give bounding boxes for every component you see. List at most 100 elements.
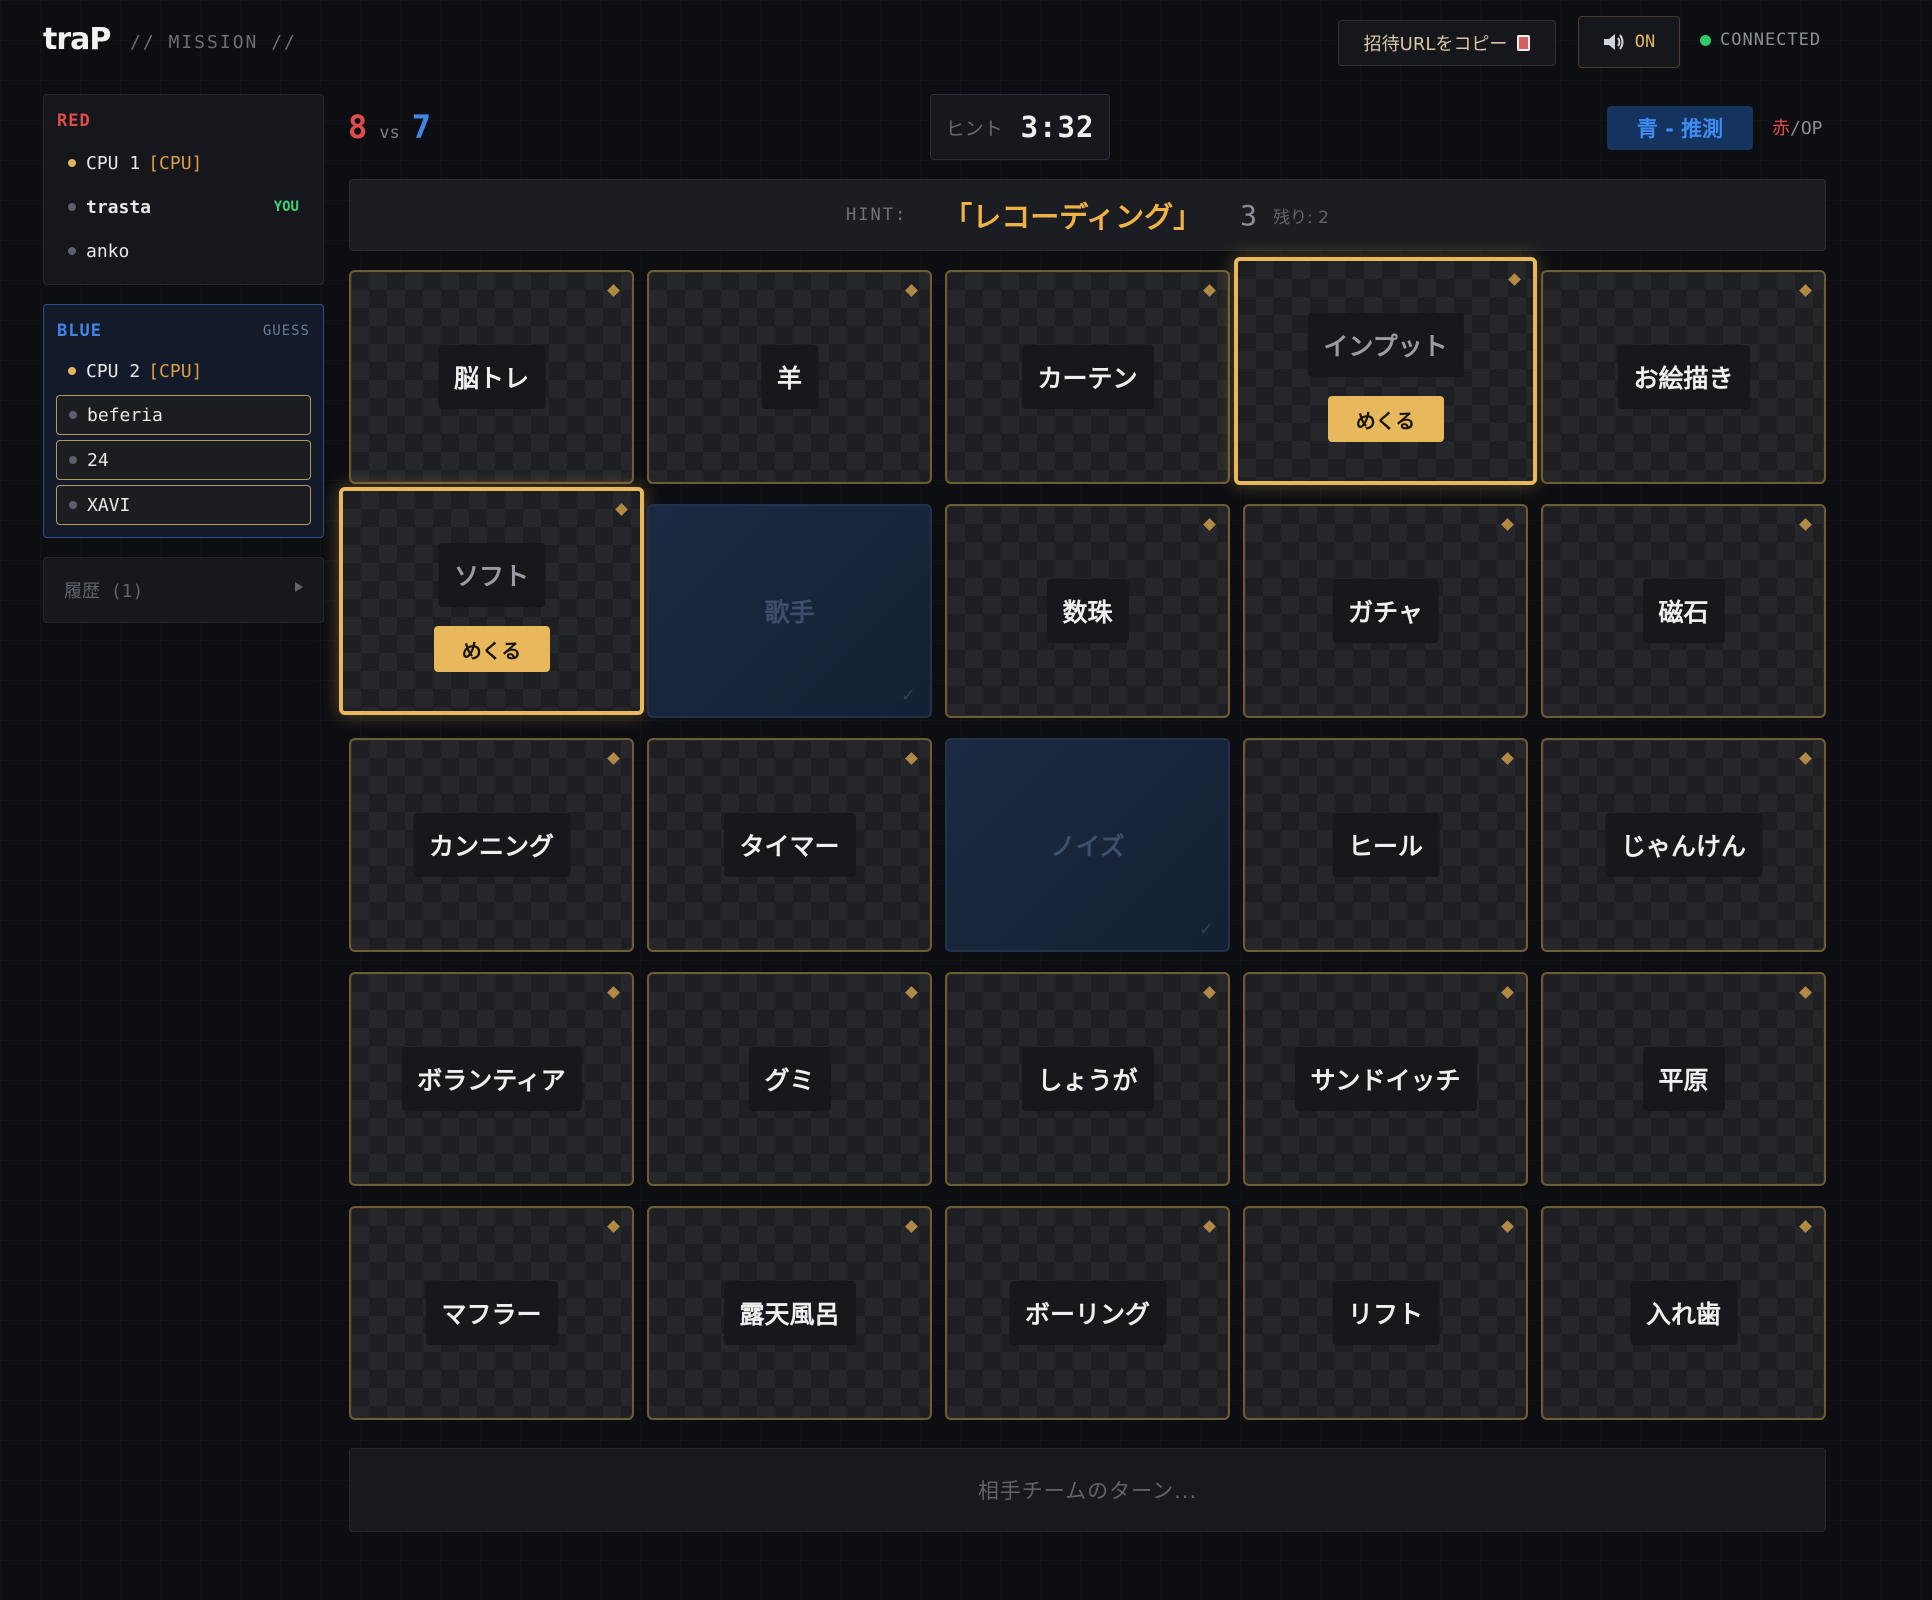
diamond-icon (905, 752, 918, 765)
player-status-dot (69, 456, 77, 464)
you-badge: YOU (273, 199, 299, 215)
player-name: anko (86, 240, 130, 262)
card[interactable]: カンニング (349, 738, 634, 952)
card[interactable]: 羊 (647, 270, 932, 484)
player-name: XAVI (87, 494, 131, 516)
player-status-dot (69, 411, 77, 419)
history-toggle[interactable]: 履歴 (1) (43, 557, 324, 623)
card[interactable]: ボランティア (349, 972, 634, 1186)
card-grid: 脳トレ 羊 カーテン インプット めくる お絵描き ソフト めくる 歌手 ✓ 数… (339, 257, 1826, 1420)
hint-count: 3 (1240, 198, 1258, 232)
card-word: ボーリング (1008, 1281, 1167, 1345)
player-name: trasta (86, 196, 152, 218)
card[interactable]: 露天風呂 (647, 1206, 932, 1420)
timer-label: ヒント (945, 117, 1003, 140)
card-word: ヒール (1331, 813, 1440, 877)
sound-toggle-button[interactable]: ON (1578, 16, 1680, 68)
diamond-icon (607, 1220, 620, 1233)
connection-indicator: CONNECTED (1700, 30, 1821, 50)
player-trasta: trasta YOU (56, 187, 311, 227)
card-word: 数珠 (1046, 579, 1129, 643)
player-cpu1: CPU 1 [CPU] (56, 143, 311, 183)
player-name: CPU 1 (86, 152, 141, 174)
card-word: 平原 (1642, 1047, 1725, 1111)
diamond-icon (1203, 284, 1216, 297)
player-status-dot (68, 159, 76, 167)
diamond-icon (1203, 518, 1216, 531)
card[interactable]: リフト (1243, 1206, 1528, 1420)
blue-team-status: GUESS (262, 323, 310, 339)
card[interactable]: マフラー (349, 1206, 634, 1420)
card-revealed: ノイズ ✓ (945, 738, 1230, 952)
diamond-icon (905, 1220, 918, 1233)
diamond-icon (1508, 273, 1521, 286)
card[interactable]: じゃんけん (1541, 738, 1826, 952)
card[interactable]: 脳トレ (349, 270, 634, 484)
card[interactable]: 磁石 (1541, 504, 1826, 718)
card-word: タイマー (723, 813, 856, 877)
sound-label: ON (1634, 32, 1656, 52)
player-status-dot (69, 501, 77, 509)
card[interactable]: サンドイッチ (1243, 972, 1528, 1186)
cpu-tag: [CPU] (148, 152, 203, 174)
turn-timer: ヒント 3:32 (930, 94, 1110, 160)
diamond-icon (905, 986, 918, 999)
card[interactable]: ヒール (1243, 738, 1528, 952)
card[interactable]: 平原 (1541, 972, 1826, 1186)
hint-bar: HINT: 「レコーディング」 3 残り: 2 (349, 179, 1826, 251)
card[interactable]: お絵描き (1541, 270, 1826, 484)
diamond-icon (607, 284, 620, 297)
diamond-icon (1203, 986, 1216, 999)
turn-status-bar: 相手チームのターン... (349, 1448, 1826, 1532)
card-word: リフト (1331, 1281, 1440, 1345)
blue-score: 7 (411, 108, 432, 146)
card-word: 歌手 (764, 598, 815, 627)
mission-subtitle: // MISSION // (130, 32, 297, 53)
blue-team-label: BLUE (57, 321, 102, 341)
diamond-icon (1501, 752, 1514, 765)
card[interactable]: しょうが (945, 972, 1230, 1186)
card-word: カーテン (1021, 345, 1154, 409)
score-vs: vs (379, 123, 400, 143)
blue-team-panel: BLUE GUESS CPU 2 [CPU] beferia 24 XAVI (43, 304, 324, 538)
connection-dot-icon (1700, 34, 1711, 46)
diamond-icon (607, 986, 620, 999)
check-icon: ✓ (1198, 919, 1214, 940)
card[interactable]: ボーリング (945, 1206, 1230, 1420)
player-name: CPU 2 (86, 360, 141, 382)
connection-status: CONNECTED (1720, 30, 1822, 50)
card-word: ノイズ (1050, 832, 1125, 861)
flip-card-button[interactable]: めくる (433, 626, 550, 673)
clipboard-icon (1517, 35, 1531, 51)
card[interactable]: タイマー (647, 738, 932, 952)
copy-invite-url-button[interactable]: 招待URLをコピー (1338, 20, 1556, 66)
player-name: beferia (87, 404, 163, 426)
player-anko: anko (56, 231, 311, 271)
card-word: じゃんけん (1604, 813, 1763, 877)
card[interactable]: カーテン (945, 270, 1230, 484)
card-word: 羊 (760, 345, 819, 409)
hint-label: HINT: (846, 205, 908, 225)
app-logo: traP (43, 22, 111, 57)
card[interactable]: グミ (647, 972, 932, 1186)
card-word: サンドイッチ (1294, 1047, 1477, 1111)
player-status-dot (68, 247, 76, 255)
diamond-icon (1799, 284, 1812, 297)
operator-indicator: 赤/OP (1772, 114, 1823, 140)
card-word: しょうが (1021, 1047, 1154, 1111)
card[interactable]: 数珠 (945, 504, 1230, 718)
card-word: 磁石 (1642, 579, 1725, 643)
card-word: お絵描き (1617, 345, 1750, 409)
player-beferia[interactable]: beferia (56, 395, 311, 435)
flip-card-button[interactable]: めくる (1327, 396, 1444, 443)
player-xavi[interactable]: XAVI (56, 485, 311, 525)
card-word: ボランティア (401, 1047, 582, 1111)
card-selected[interactable]: ソフト めくる (339, 487, 644, 715)
card-selected[interactable]: インプット めくる (1234, 257, 1537, 485)
card[interactable]: ガチャ (1243, 504, 1528, 718)
timer-value: 3:32 (1020, 110, 1095, 144)
card-word: マフラー (425, 1281, 558, 1345)
card[interactable]: 入れ歯 (1541, 1206, 1826, 1420)
speaker-icon (1603, 34, 1624, 50)
player-24[interactable]: 24 (56, 440, 311, 480)
